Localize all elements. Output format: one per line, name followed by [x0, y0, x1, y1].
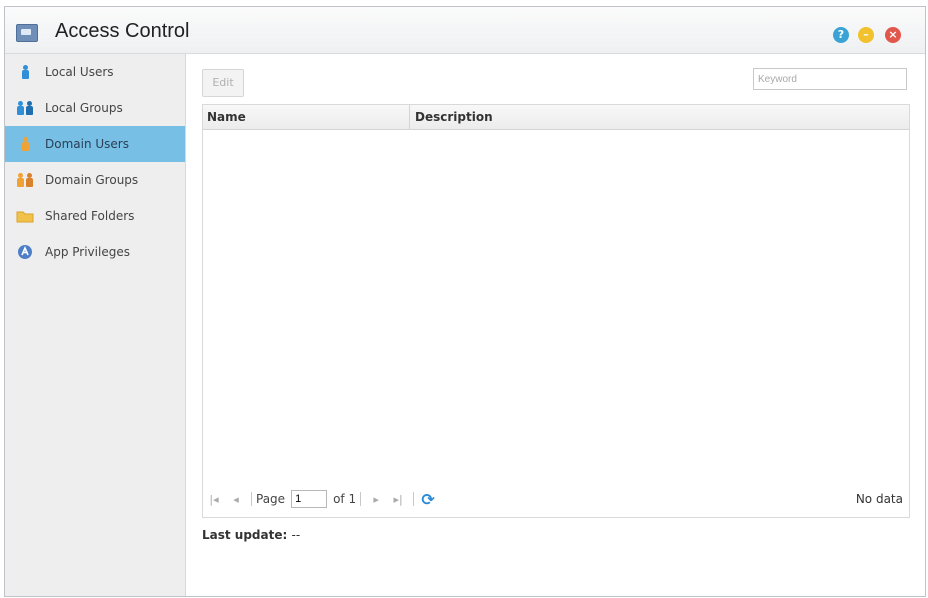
- sidebar-item-label: App Privileges: [45, 245, 130, 259]
- pagination-bar: |◂ ◂ Page of 1 ▸ ▸| ⟳ No data: [203, 487, 909, 511]
- edit-button[interactable]: Edit: [202, 69, 244, 97]
- user-icon: [11, 65, 39, 79]
- last-page-icon[interactable]: ▸|: [387, 493, 409, 506]
- last-update-text: Last update:: [202, 528, 288, 542]
- window-title: Access Control: [55, 20, 190, 42]
- sidebar-item-domain-users[interactable]: Domain Users: [5, 126, 185, 162]
- sidebar-item-label: Shared Folders: [45, 209, 135, 223]
- sidebar-item-label: Local Groups: [45, 101, 123, 115]
- pager-divider: [360, 492, 362, 506]
- sidebar-item-local-users[interactable]: Local Users: [5, 54, 185, 90]
- table-header: Name Description: [203, 105, 909, 130]
- column-divider[interactable]: [409, 105, 410, 129]
- no-data-status: No data: [855, 492, 903, 506]
- group-icon: [11, 101, 39, 115]
- sidebar-item-shared-folders[interactable]: Shared Folders: [5, 198, 185, 234]
- domain-group-icon: [11, 173, 39, 187]
- refresh-icon[interactable]: ⟳: [418, 490, 438, 509]
- last-update-value: --: [291, 528, 301, 542]
- column-header-name[interactable]: Name: [207, 105, 407, 129]
- sidebar-item-app-privileges[interactable]: App Privileges: [5, 234, 185, 270]
- sidebar-item-local-groups[interactable]: Local Groups: [5, 90, 185, 126]
- last-update-label: Last update: --: [202, 528, 300, 542]
- close-icon[interactable]: ×: [885, 27, 901, 43]
- next-page-icon[interactable]: ▸: [365, 493, 387, 506]
- help-icon[interactable]: ?: [833, 27, 849, 43]
- sidebar-item-label: Domain Users: [45, 137, 129, 151]
- sidebar-item-label: Local Users: [45, 65, 114, 79]
- app-window-icon: [16, 24, 38, 42]
- minimize-icon[interactable]: –: [858, 27, 874, 43]
- sidebar: Local Users Local Groups Domain Users Do…: [5, 54, 186, 596]
- previous-page-icon[interactable]: ◂: [225, 493, 247, 506]
- page-label: Page: [256, 492, 286, 506]
- column-header-description[interactable]: Description: [415, 105, 493, 129]
- page-number-input[interactable]: [291, 490, 328, 508]
- pager-divider: [251, 492, 252, 506]
- first-page-icon[interactable]: |◂: [203, 493, 225, 506]
- access-control-window: Access Control ? – × Local Users Local G…: [4, 6, 926, 597]
- folder-icon: [11, 209, 39, 223]
- domain-users-table: Name Description |◂ ◂ Page of 1 ▸ ▸| ⟳ N…: [202, 104, 910, 518]
- page-count: of 1: [333, 492, 357, 506]
- pager-divider: [413, 492, 415, 506]
- sidebar-item-label: Domain Groups: [45, 173, 139, 187]
- sidebar-item-domain-groups[interactable]: Domain Groups: [5, 162, 185, 198]
- title-bar: Access Control ? – ×: [5, 7, 925, 54]
- search-input[interactable]: [753, 68, 907, 90]
- app-privileges-icon: [11, 244, 39, 260]
- domain-user-icon: [11, 137, 39, 151]
- main-panel: Edit Name Description |◂ ◂ Page of 1 ▸ ▸…: [186, 54, 925, 596]
